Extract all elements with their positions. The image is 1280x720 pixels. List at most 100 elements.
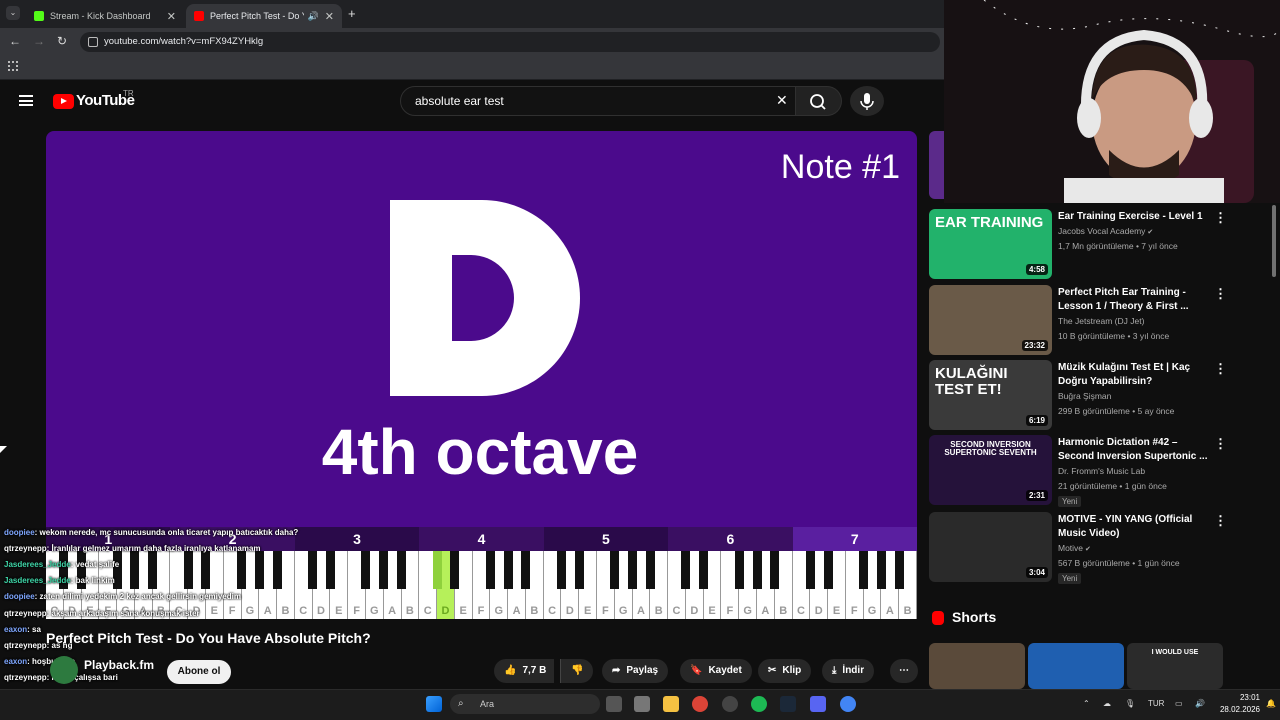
microphone-tray-icon[interactable]: 🎙 <box>1125 699 1135 708</box>
chat-username[interactable]: qtrzeynepp <box>4 544 47 553</box>
chat-username[interactable]: Jasderees_Jedde <box>4 576 71 585</box>
sidebar-scrollbar[interactable] <box>1272 205 1276 277</box>
save-button[interactable]: 🔖 Kaydet <box>680 659 752 683</box>
chat-username[interactable]: qtrzeynepp <box>4 673 47 682</box>
network-icon[interactable]: ▭ <box>1175 699 1183 708</box>
chat-username[interactable]: qtrzeynepp <box>4 609 47 618</box>
clear-search-icon[interactable]: ✕ <box>776 92 788 109</box>
speaker-icon[interactable]: 🔊 <box>308 11 319 22</box>
recommendation-thumbnail[interactable]: EAR TRAINING 4:58 <box>929 209 1052 279</box>
chrome-icon[interactable] <box>692 696 708 712</box>
chat-username[interactable]: eaxon <box>4 625 27 634</box>
chat-username[interactable]: doopiee <box>4 592 35 601</box>
recommendation-channel[interactable]: The Jetstream (DJ Jet) <box>1058 316 1144 326</box>
language-indicator[interactable]: TUR <box>1148 699 1164 708</box>
back-icon[interactable]: ← <box>9 34 21 48</box>
close-tab-icon[interactable]: ✕ <box>325 10 334 23</box>
tab-kick-dashboard[interactable]: Stream - Kick Dashboard ✕ <box>26 4 184 28</box>
clip-button[interactable]: ✂ Klip <box>758 659 812 683</box>
piano-key-label: E <box>210 605 219 617</box>
recommendation-thumbnail[interactable]: 3:04 <box>929 512 1052 582</box>
more-options-icon[interactable]: ⋮ <box>1214 513 1227 529</box>
more-options-icon[interactable]: ⋮ <box>1214 210 1227 226</box>
more-options-icon[interactable]: ⋮ <box>1214 286 1227 302</box>
recommendation-title[interactable]: Müzik Kulağını Test Et | Kaç Doğru Yapab… <box>1058 361 1208 389</box>
chrome-active-icon[interactable] <box>840 696 856 712</box>
short-thumbnail[interactable]: I WOULD USE <box>1127 643 1223 689</box>
recommendation-channel[interactable]: Buğra Şişman <box>1058 391 1111 401</box>
like-button[interactable]: 👍 7,7 B <box>494 659 555 683</box>
recommendation-stats: 21 görüntüleme • 1 gün önce <box>1058 481 1167 491</box>
recommendation-stats: 567 B görüntüleme • 1 gün önce <box>1058 558 1180 568</box>
search-input[interactable]: absolute ear test <box>400 86 796 116</box>
obs-icon[interactable] <box>722 696 738 712</box>
recommendation-title[interactable]: Ear Training Exercise - Level 1 <box>1058 210 1208 224</box>
steam-icon[interactable] <box>780 696 796 712</box>
channel-name[interactable]: Motive <box>1058 543 1083 553</box>
more-actions-button[interactable]: ⋯ <box>890 659 918 683</box>
recommendation-channel[interactable]: Motive ✔ <box>1058 543 1091 553</box>
recommendation-thumbnail[interactable]: 23:32 <box>929 285 1052 355</box>
chat-username[interactable]: eaxon <box>4 657 27 666</box>
piano-black-key <box>379 551 389 589</box>
chat-username[interactable]: qtrzeynepp <box>4 641 47 650</box>
discord-icon[interactable] <box>810 696 826 712</box>
chat-text: : zaten dilimi yedekim 2 kez ancak gelli… <box>34 592 241 601</box>
recommendation-thumbnail[interactable]: KULAĞINI TEST ET! 6:19 <box>929 360 1052 430</box>
tray-overflow-icon[interactable]: ⌃ <box>1083 699 1090 708</box>
mouse-cursor-icon <box>0 446 7 453</box>
reload-icon[interactable]: ↻ <box>57 34 67 48</box>
chat-username[interactable]: Jasderees_Jedde <box>4 560 71 569</box>
download-button[interactable]: ⤓ İndir <box>822 659 875 683</box>
address-bar[interactable]: youtube.com/watch?v=mFX94ZYHklg <box>80 32 940 52</box>
task-view-icon[interactable] <box>606 696 622 712</box>
channel-name[interactable]: Playback.fm <box>84 658 154 672</box>
forward-icon[interactable]: → <box>33 34 45 48</box>
recommendation-channel[interactable]: Dr. Fromm's Music Lab <box>1058 466 1145 476</box>
windows-start-icon[interactable] <box>426 696 442 712</box>
channel-name[interactable]: Dr. Fromm's Music Lab <box>1058 466 1145 476</box>
recommendation-title[interactable]: Perfect Pitch Ear Training - Lesson 1 / … <box>1058 286 1208 314</box>
notification-icon[interactable]: 🔔 <box>1266 699 1276 708</box>
youtube-logo-icon[interactable] <box>53 94 74 109</box>
taskbar-search[interactable]: Ara <box>450 694 600 714</box>
video-title: Perfect Pitch Test - Do You Have Absolut… <box>46 630 371 646</box>
spotify-icon[interactable] <box>751 696 767 712</box>
recommendation-channel[interactable]: Jacobs Vocal Academy ✔ <box>1058 226 1153 236</box>
channel-name[interactable]: Buğra Şişman <box>1058 391 1111 401</box>
tab-title: Perfect Pitch Test - Do You Have <box>210 11 304 21</box>
chat-username[interactable]: doopiee <box>4 528 35 537</box>
channel-name[interactable]: Jacobs Vocal Academy <box>1058 226 1145 236</box>
share-button[interactable]: ➦ Paylaş <box>602 659 669 683</box>
recommendation-thumbnail[interactable]: SECOND INVERSION SUPERTONIC SEVENTH 2:31 <box>929 435 1052 505</box>
channel-name[interactable]: The Jetstream (DJ Jet) <box>1058 316 1144 326</box>
search-icon: ⌕ <box>458 698 464 709</box>
more-options-icon[interactable]: ⋮ <box>1214 361 1227 377</box>
subscribe-button[interactable]: Abone ol <box>167 660 231 684</box>
file-explorer-icon[interactable] <box>663 696 679 712</box>
widgets-icon[interactable] <box>634 696 650 712</box>
recommendation-title[interactable]: MOTIVE - YIN YANG (Official Music Video) <box>1058 513 1208 541</box>
new-tab-button[interactable]: + <box>348 6 356 21</box>
octave-number: 7 <box>792 527 917 551</box>
more-options-icon[interactable]: ⋮ <box>1214 436 1227 452</box>
short-thumbnail[interactable] <box>1028 643 1124 689</box>
voice-search-button[interactable] <box>850 86 884 116</box>
partial-thumbnail[interactable] <box>929 131 944 199</box>
dislike-button[interactable]: 👎 <box>560 659 594 683</box>
region-code: TR <box>123 89 134 98</box>
apps-grid-icon[interactable] <box>8 61 18 71</box>
search-button[interactable] <box>796 86 842 116</box>
onedrive-icon[interactable]: ☁ <box>1103 699 1111 708</box>
close-tab-icon[interactable]: ✕ <box>167 10 176 23</box>
recommendation-title[interactable]: Harmonic Dictation #42 – Second Inversio… <box>1058 436 1208 464</box>
hamburger-menu-icon[interactable] <box>19 95 33 106</box>
clock-time[interactable]: 23:01 <box>1224 693 1260 702</box>
tab-search-button[interactable]: ⌄ <box>6 6 20 20</box>
tab-youtube-video[interactable]: Perfect Pitch Test - Do You Have 🔊 ✕ <box>186 4 342 28</box>
short-thumbnail[interactable] <box>929 643 1025 689</box>
site-info-icon[interactable] <box>88 37 98 47</box>
channel-avatar[interactable] <box>50 656 78 684</box>
volume-icon[interactable]: 🔊 <box>1195 699 1205 708</box>
clock-date[interactable]: 28.02.2026 <box>1210 705 1260 714</box>
